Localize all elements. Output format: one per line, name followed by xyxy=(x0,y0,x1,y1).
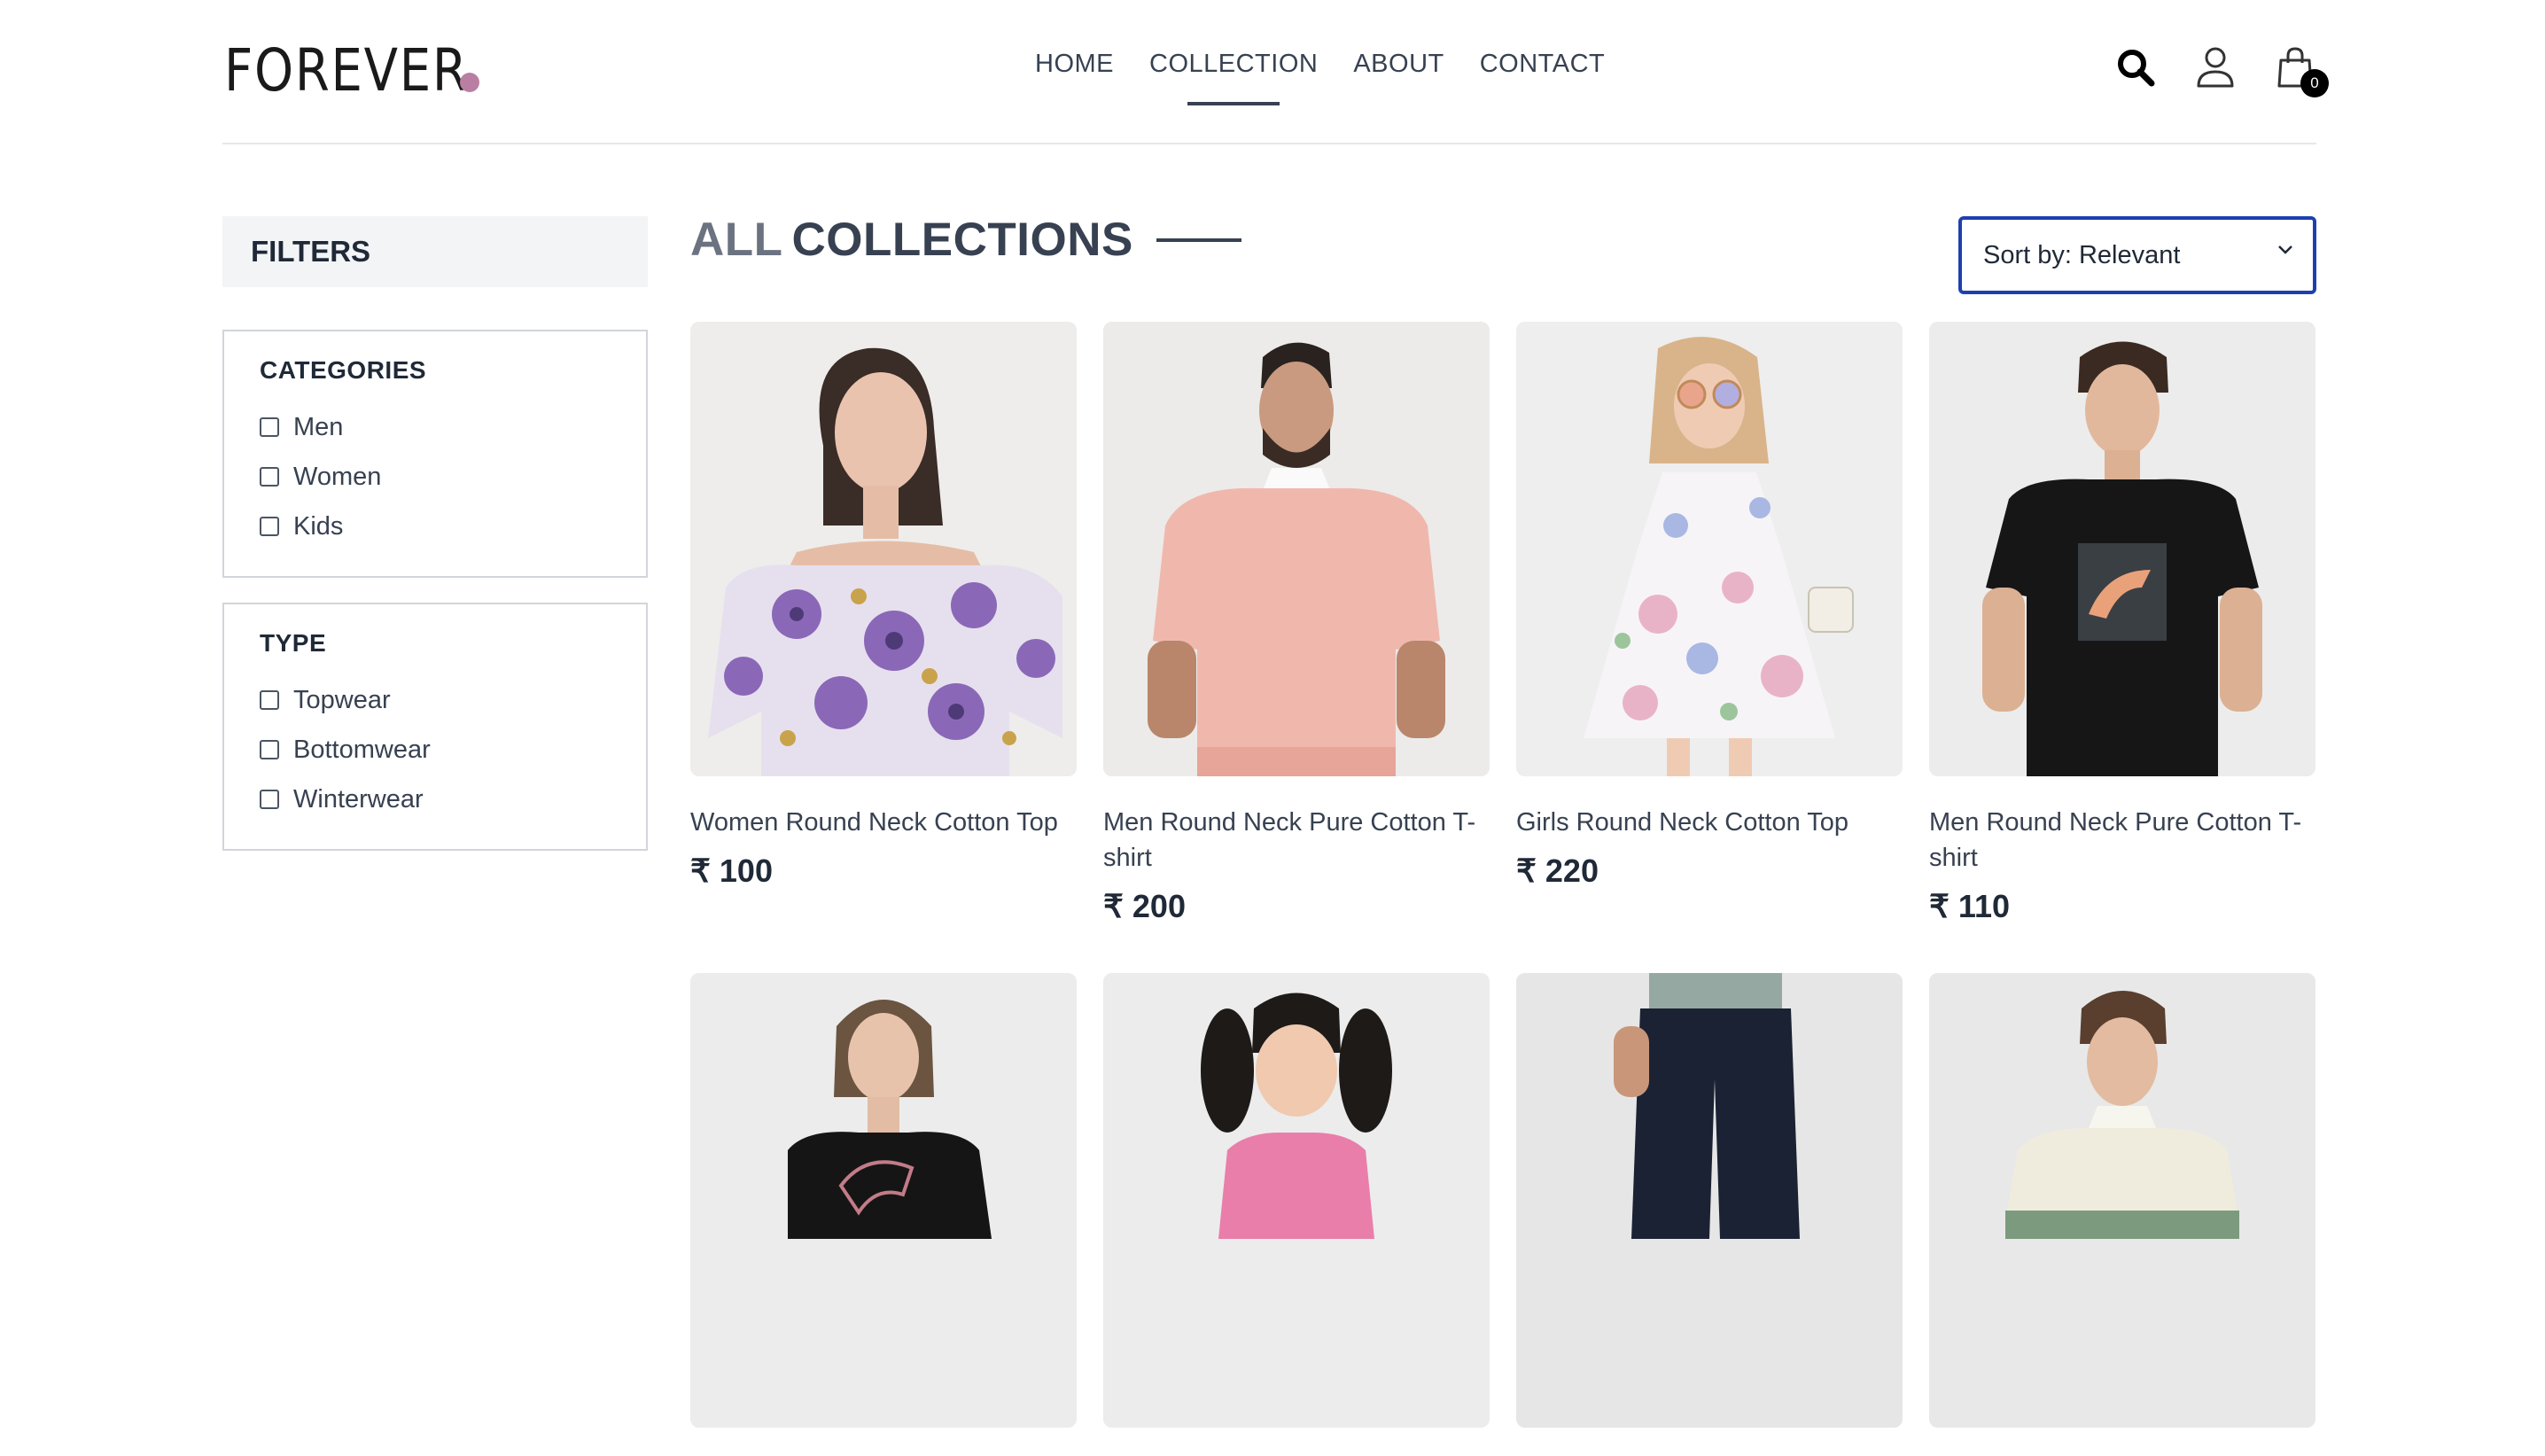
product-card[interactable]: Girls Round Neck Cotton Top ₹ 220 xyxy=(1516,322,1903,890)
shopping-bag-icon[interactable]: 0 xyxy=(2274,44,2329,97)
filter-option-winterwear[interactable]: Winterwear xyxy=(260,775,611,824)
brand-logo-dot xyxy=(460,73,479,92)
checkbox[interactable] xyxy=(260,690,279,710)
product-price: ₹ 100 xyxy=(690,853,773,889)
sort-select[interactable]: Sort by: Relevant xyxy=(1958,216,2316,294)
site-header: FOREVER HOME COLLECTION ABOUT CONTACT 0 xyxy=(222,0,2329,144)
categories-filter: CATEGORIES Men Women Kids xyxy=(222,330,648,578)
checkbox[interactable] xyxy=(260,740,279,759)
product-card[interactable]: Men Round Neck Pure Cotton T-shirt ₹ 200 xyxy=(1103,322,1490,925)
user-icon[interactable] xyxy=(2194,44,2237,90)
filter-option-label: Women xyxy=(293,462,382,491)
filter-option-label: Topwear xyxy=(293,685,391,714)
product-card[interactable] xyxy=(690,973,1077,1456)
title-part-all: ALL xyxy=(690,214,783,266)
filter-option-label: Bottomwear xyxy=(293,735,431,764)
filter-option-label: Kids xyxy=(293,511,344,541)
nav-about[interactable]: ABOUT xyxy=(1353,50,1444,79)
header-icons: 0 xyxy=(2114,44,2329,97)
filters-heading[interactable]: FILTERS xyxy=(222,216,648,287)
product-card[interactable] xyxy=(1103,973,1490,1456)
product-card[interactable] xyxy=(1929,973,2315,1456)
checkbox[interactable] xyxy=(260,467,279,487)
title-part-collections: COLLECTIONS xyxy=(791,214,1133,266)
chevron-down-icon xyxy=(2278,245,2292,254)
product-name[interactable]: Girls Round Neck Cotton Top xyxy=(1516,805,1903,840)
product-image[interactable] xyxy=(1103,322,1490,776)
product-image[interactable] xyxy=(690,322,1077,776)
product-card[interactable]: Men Round Neck Pure Cotton T-shirt ₹ 110 xyxy=(1929,322,2315,925)
product-name[interactable]: Women Round Neck Cotton Top xyxy=(690,805,1077,840)
product-image[interactable] xyxy=(1929,973,2315,1428)
main-nav: HOME COLLECTION ABOUT CONTACT xyxy=(1035,50,1606,105)
title-underline xyxy=(1156,237,1241,242)
cart-count-badge: 0 xyxy=(2300,69,2329,97)
product-card[interactable] xyxy=(1516,973,1903,1456)
product-image[interactable] xyxy=(690,973,1077,1428)
product-price: ₹ 200 xyxy=(1103,888,1186,924)
product-name[interactable]: Men Round Neck Pure Cotton T-shirt xyxy=(1929,805,2315,876)
filter-option-topwear[interactable]: Topwear xyxy=(260,675,611,725)
filter-option-kids[interactable]: Kids xyxy=(260,502,611,551)
product-image[interactable] xyxy=(1103,973,1490,1428)
sort-select-value: Sort by: Relevant xyxy=(1983,240,2181,269)
checkbox[interactable] xyxy=(260,790,279,809)
search-icon[interactable] xyxy=(2114,44,2157,90)
type-filter: TYPE Topwear Bottomwear Winterwear xyxy=(222,603,648,851)
product-image[interactable] xyxy=(1929,322,2315,776)
brand-logo-text: FOREVER xyxy=(224,36,469,105)
product-image[interactable] xyxy=(1516,973,1903,1428)
brand-logo[interactable]: FOREVER xyxy=(224,32,511,103)
filter-option-women[interactable]: Women xyxy=(260,452,611,502)
filter-option-men[interactable]: Men xyxy=(260,402,611,452)
product-price: ₹ 220 xyxy=(1516,853,1599,889)
product-price: ₹ 110 xyxy=(1929,888,2010,924)
checkbox[interactable] xyxy=(260,417,279,437)
nav-contact[interactable]: CONTACT xyxy=(1480,50,1606,79)
checkbox[interactable] xyxy=(260,517,279,536)
product-name[interactable]: Men Round Neck Pure Cotton T-shirt xyxy=(1103,805,1490,876)
filter-option-label: Winterwear xyxy=(293,784,424,814)
nav-collection[interactable]: COLLECTION xyxy=(1149,50,1318,105)
product-card[interactable]: Women Round Neck Cotton Top ₹ 100 xyxy=(690,322,1077,890)
filter-option-label: Men xyxy=(293,412,344,441)
nav-home[interactable]: HOME xyxy=(1035,50,1114,79)
page-title: ALL COLLECTIONS xyxy=(690,213,1241,267)
filter-option-bottomwear[interactable]: Bottomwear xyxy=(260,725,611,775)
type-heading: TYPE xyxy=(260,629,327,657)
product-image[interactable] xyxy=(1516,322,1903,776)
categories-heading: CATEGORIES xyxy=(260,356,427,384)
